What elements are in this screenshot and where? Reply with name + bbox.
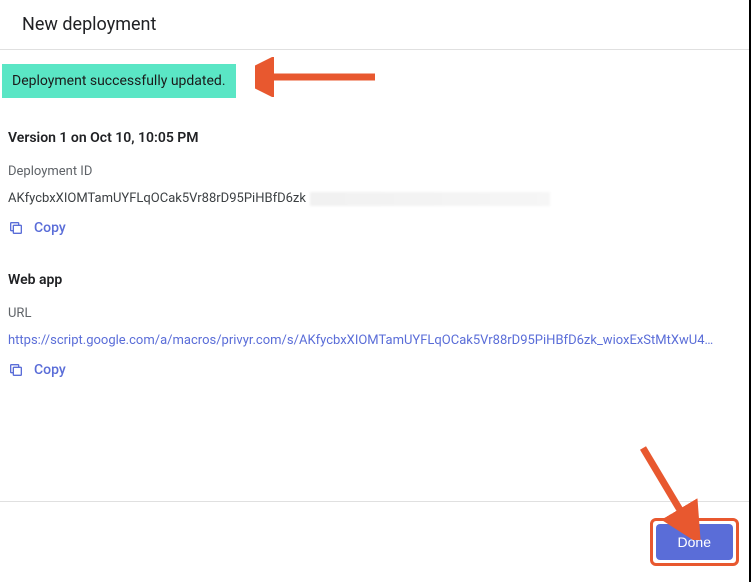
url-label: URL [8,306,741,321]
deployment-id-text: AKfycbxXIOMTamUYFLqOCak5Vr88rD95PiHBfD6z… [8,191,306,206]
dialog-content: Deployment successfully updated. Version… [0,50,749,501]
deployment-id-label: Deployment ID [8,164,741,179]
redacted-overlay [310,192,550,206]
page-title: New deployment [22,14,727,35]
copy-label: Copy [34,220,66,236]
webapp-url[interactable]: https://script.google.com/a/macros/privy… [8,333,741,348]
deployment-id-value: AKfycbxXIOMTamUYFLqOCak5Vr88rD95PiHBfD6z… [8,191,741,206]
dialog-header: New deployment [0,0,749,50]
annotation-highlight: Done [650,518,739,566]
copy-deployment-id-button[interactable]: Copy [8,220,741,236]
dialog-footer: Done [0,501,749,582]
copy-label: Copy [34,362,66,378]
deployment-dialog: New deployment Deployment successfully u… [0,0,751,582]
copy-url-button[interactable]: Copy [8,362,741,378]
webapp-title: Web app [8,272,741,288]
success-banner: Deployment successfully updated. [2,64,236,98]
version-info: Version 1 on Oct 10, 10:05 PM [8,130,741,146]
copy-icon [8,362,24,378]
copy-icon [8,220,24,236]
deployment-section: Version 1 on Oct 10, 10:05 PM Deployment… [0,98,749,378]
done-button[interactable]: Done [656,524,733,560]
